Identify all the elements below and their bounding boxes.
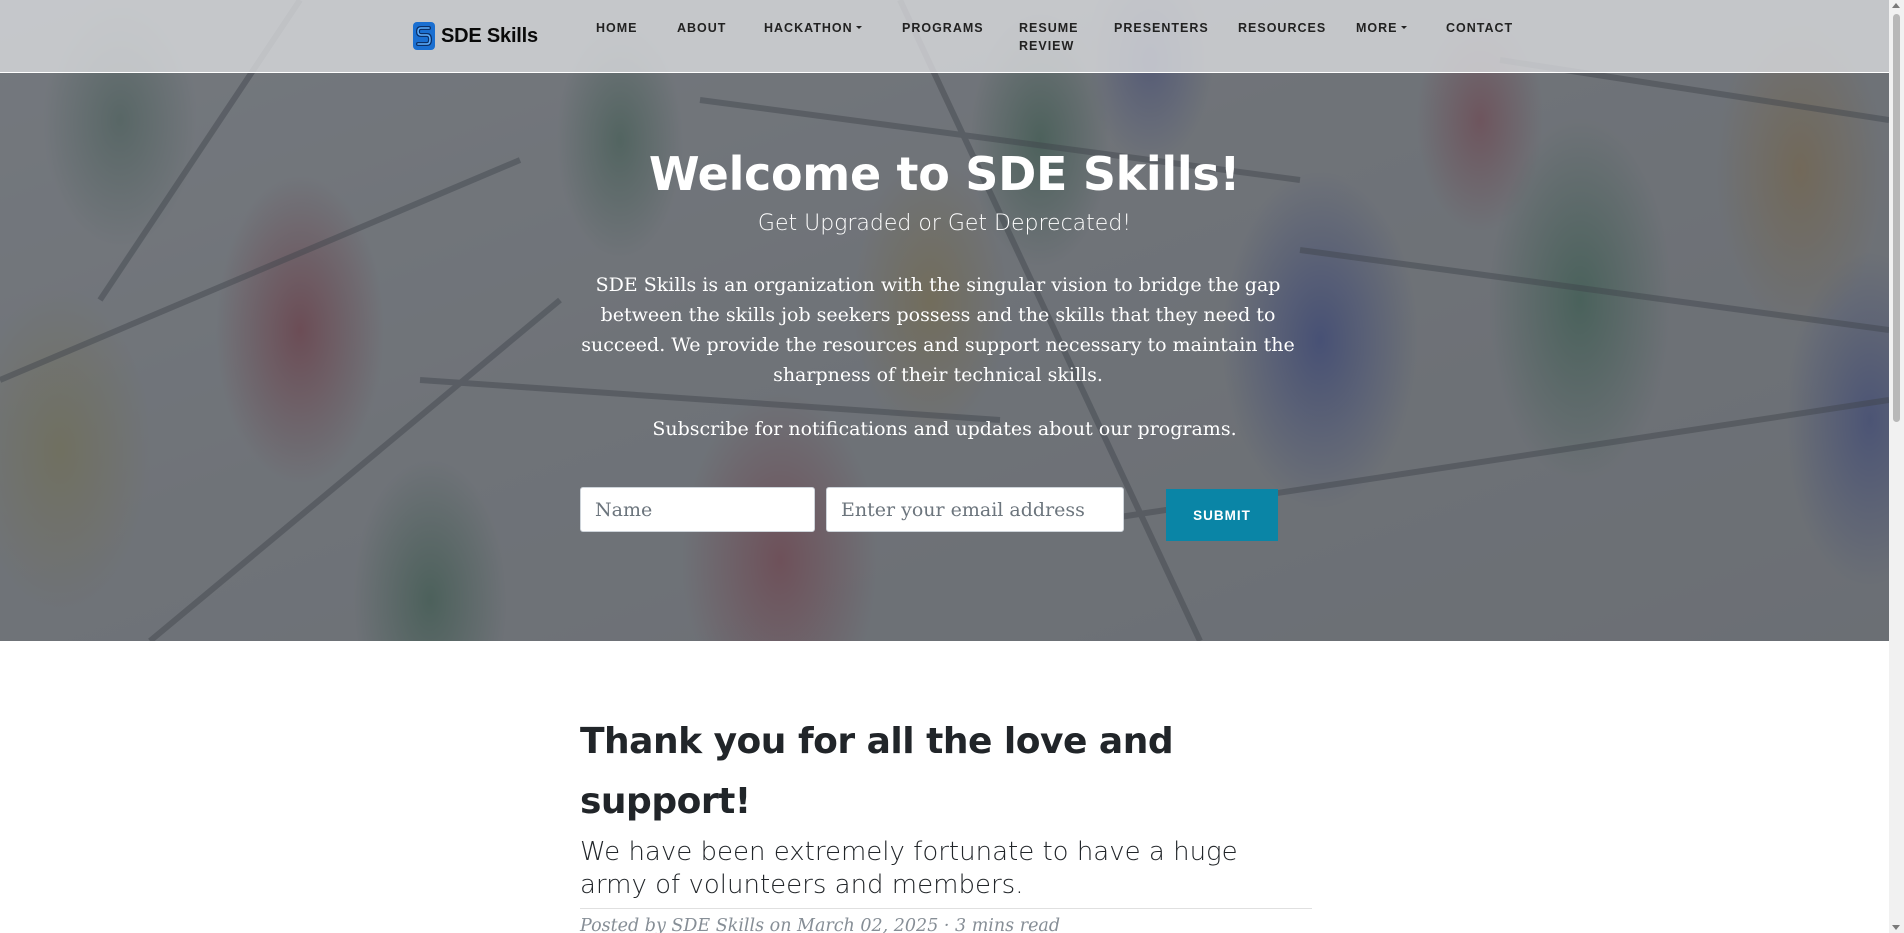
brand-name: SDE Skills (441, 24, 538, 47)
nav-resume-review-line2: REVIEW (1019, 39, 1075, 53)
caret-down-icon (1400, 26, 1407, 29)
name-input[interactable] (580, 487, 815, 532)
nav-about[interactable]: ABOUT (677, 19, 726, 37)
nav-hackathon[interactable]: HACKATHON (764, 19, 862, 37)
post-subtitle[interactable]: We have been extremely fortunate to have… (580, 836, 1312, 902)
hero-title: Welcome to SDE Skills! (648, 147, 1241, 201)
nav-resume-review-line1: RESUME (1019, 21, 1079, 35)
navbar: SDE Skills HOME ABOUT HACKATHON PROGRAMS… (0, 0, 1889, 73)
nav-more[interactable]: MORE (1356, 19, 1407, 37)
brand-link[interactable]: SDE Skills (413, 22, 538, 50)
subscribe-text: Subscribe for notifications and updates … (652, 418, 1237, 440)
nav-contact[interactable]: CONTACT (1446, 19, 1513, 37)
sde-skills-logo-icon (413, 22, 435, 50)
post-title[interactable]: Thank you for all the love and support! (580, 712, 1312, 832)
hero-subtitle: Get Upgraded or Get Deprecated! (757, 211, 1132, 236)
caret-down-icon (855, 26, 862, 29)
page-scrollbar[interactable] (1889, 0, 1904, 933)
divider (580, 908, 1312, 909)
nav-home[interactable]: HOME (596, 19, 638, 37)
nav-presenters[interactable]: PRESENTERS (1114, 19, 1209, 37)
post-preview[interactable]: Thank you for all the love and support! … (580, 712, 1312, 933)
scrollbar-thumb[interactable] (1893, 14, 1900, 422)
scroll-down-arrow-icon[interactable] (1892, 925, 1900, 930)
page-viewport: SDE Skills HOME ABOUT HACKATHON PROGRAMS… (0, 0, 1889, 933)
nav-resources[interactable]: RESOURCES (1238, 19, 1326, 37)
nav-resume-review[interactable]: RESUME REVIEW (1019, 19, 1078, 55)
nav-hackathon-label: HACKATHON (764, 21, 853, 35)
email-input[interactable] (826, 487, 1124, 532)
post-meta: Posted by SDE Skills on March 02, 2025 ·… (580, 916, 1061, 933)
hero-description: SDE Skills is an organization with the s… (581, 274, 1295, 386)
nav-more-label: MORE (1356, 21, 1398, 35)
nav-programs[interactable]: PROGRAMS (902, 19, 984, 37)
scroll-up-arrow-icon[interactable] (1892, 3, 1900, 8)
submit-button[interactable]: SUBMIT (1166, 489, 1278, 541)
